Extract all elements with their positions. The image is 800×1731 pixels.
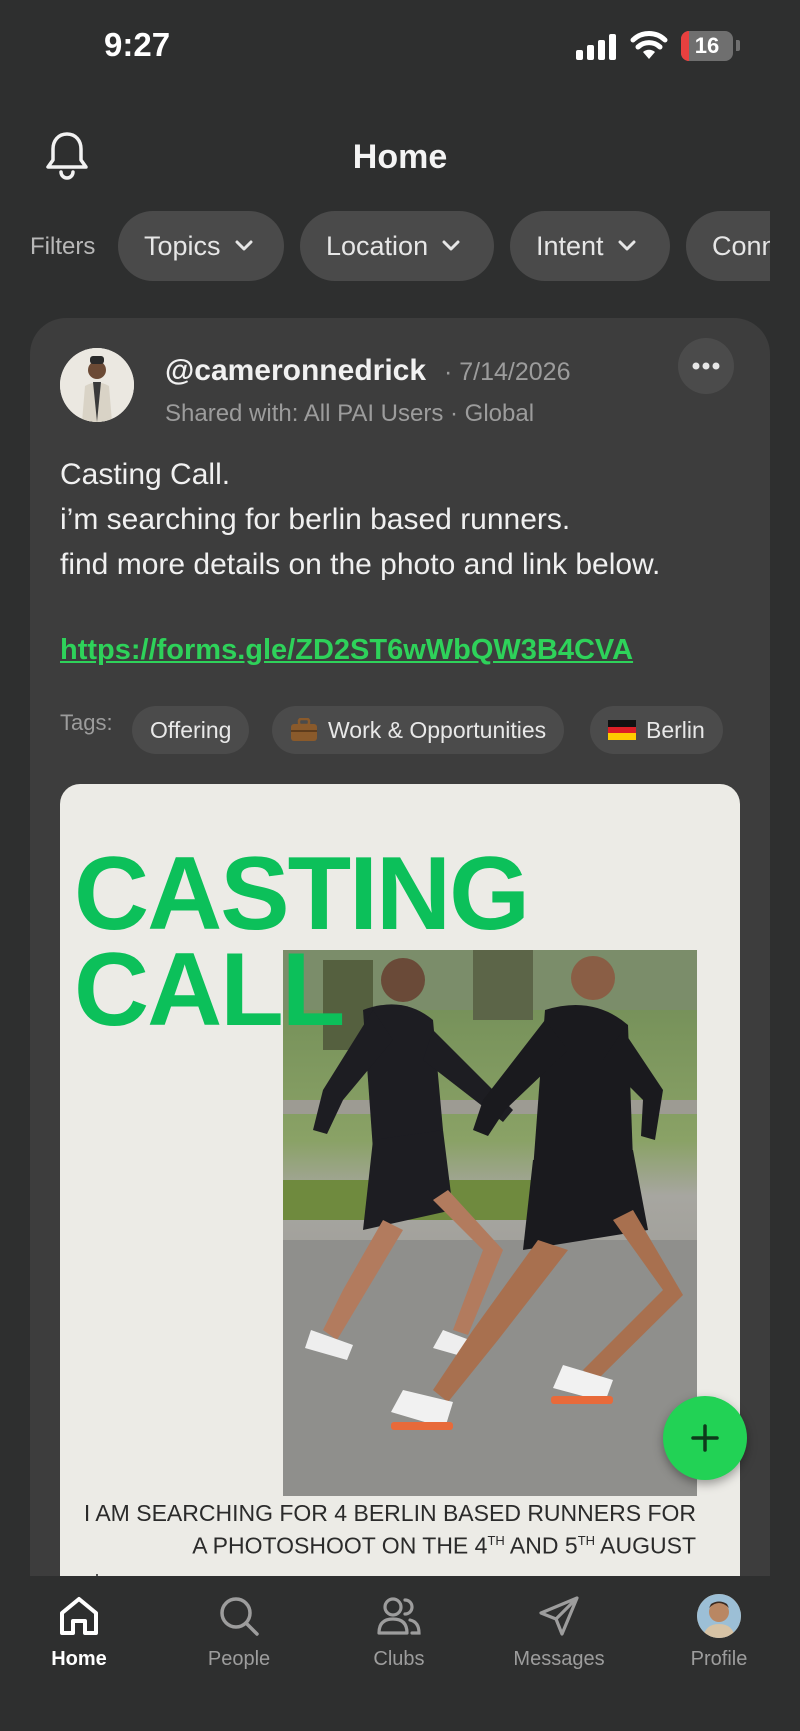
post-card: @cameronnedrick · 7/14/2026 Shared with:… [30,318,770,1718]
germany-flag-icon [608,720,636,740]
status-bar: 9:27 16 [0,0,800,95]
tab-people[interactable]: People [179,1590,299,1671]
tag-offering[interactable]: Offering [132,706,250,754]
plus-icon [691,1424,719,1452]
chip-label: Conn [712,230,770,261]
avatar-figure [60,348,134,422]
tab-label: Clubs [373,1648,425,1670]
tag-berlin[interactable]: Berlin [590,706,723,754]
connection-filter-chip[interactable]: Conn [686,211,770,281]
tab-label: Profile [690,1648,748,1670]
battery-tip [736,40,740,51]
battery-label: 16 [694,33,720,58]
post-body: Casting Call. i’m searching for berlin b… [60,452,660,587]
caption-superscript: TH [577,1533,596,1548]
intent-filter-chip[interactable]: Intent [510,211,670,281]
signal-icon [576,34,616,60]
poster-caption-line: A PHOTOSHOOT ON THE 4TH AND 5TH AUGUST [84,1527,696,1560]
post-body-line: i’m searching for berlin based runners. [60,503,571,536]
filter-bar: Filters Topics Location Intent Conn [0,211,770,283]
tab-clubs[interactable]: Clubs [339,1590,459,1671]
search-icon [179,1590,299,1642]
header: Home [0,120,800,200]
poster-title-line: CALL [74,932,345,1048]
tag-label: Offering [150,716,232,743]
tab-profile[interactable]: Profile [659,1590,779,1671]
post-body-line: find more details on the photo and link … [60,548,661,581]
tag-label: Berlin [646,716,705,743]
poster-caption-line: I AM SEARCHING FOR 4 BERLIN BASED RUNNER… [83,1500,696,1526]
tab-label: People [207,1648,271,1670]
caption-text: AND 5 [504,1532,578,1559]
chip-label: Topics [144,230,221,261]
chip-label: Intent [536,230,604,261]
tab-label: Messages [513,1648,605,1670]
post-date: · 7/14/2026 [444,358,571,386]
send-icon [499,1590,619,1642]
battery-indicator: 16 [681,31,733,61]
status-time: 9:27 [104,26,171,63]
caption-superscript: TH [487,1533,505,1548]
post-body-line: Casting Call. [60,458,231,491]
tag-work-opportunities[interactable]: Work & Opportunities [272,706,565,754]
post-visibility: Shared with: All PAI Users · Global [165,400,535,427]
chevron-down-icon [235,240,253,251]
tag-label: Work & Opportunities [328,716,547,743]
topics-filter-chip[interactable]: Topics [118,211,284,281]
tab-home[interactable]: Home [19,1590,139,1671]
author-avatar[interactable] [60,348,134,422]
chevron-down-icon [618,240,636,251]
people-icon [339,1590,459,1642]
poster-caption: I AM SEARCHING FOR 4 BERLIN BASED RUNNER… [84,1500,696,1560]
caption-text: A PHOTOSHOOT ON THE 4 [192,1532,488,1559]
chip-label: Location [326,230,429,261]
more-options-button[interactable] [678,338,734,394]
author-handle[interactable]: @cameronnedrick [165,354,426,388]
ellipsis-icon [692,362,720,370]
home-icon [19,1590,139,1642]
chevron-down-icon [442,240,460,251]
briefcase-icon [290,718,318,742]
post-link[interactable]: https://forms.gle/ZD2ST6wWbQW3B4CVA [60,634,633,667]
filters-label: Filters [30,233,96,260]
page-title: Home [352,138,448,176]
profile-icon-wrap [659,1590,779,1642]
poster-title-line: CASTING [74,836,530,952]
avatar [697,1594,741,1638]
create-post-button[interactable] [663,1396,747,1480]
poster-title: CASTING CALL [74,836,530,1048]
wifi-icon [630,31,668,59]
tab-messages[interactable]: Messages [499,1590,619,1671]
tab-label: Home [51,1648,107,1670]
location-filter-chip[interactable]: Location [300,211,494,281]
caption-text: AUGUST [595,1532,696,1559]
tags-label: Tags: [60,710,113,735]
tab-bar: Home People Clubs Messages Profile [0,1576,800,1731]
